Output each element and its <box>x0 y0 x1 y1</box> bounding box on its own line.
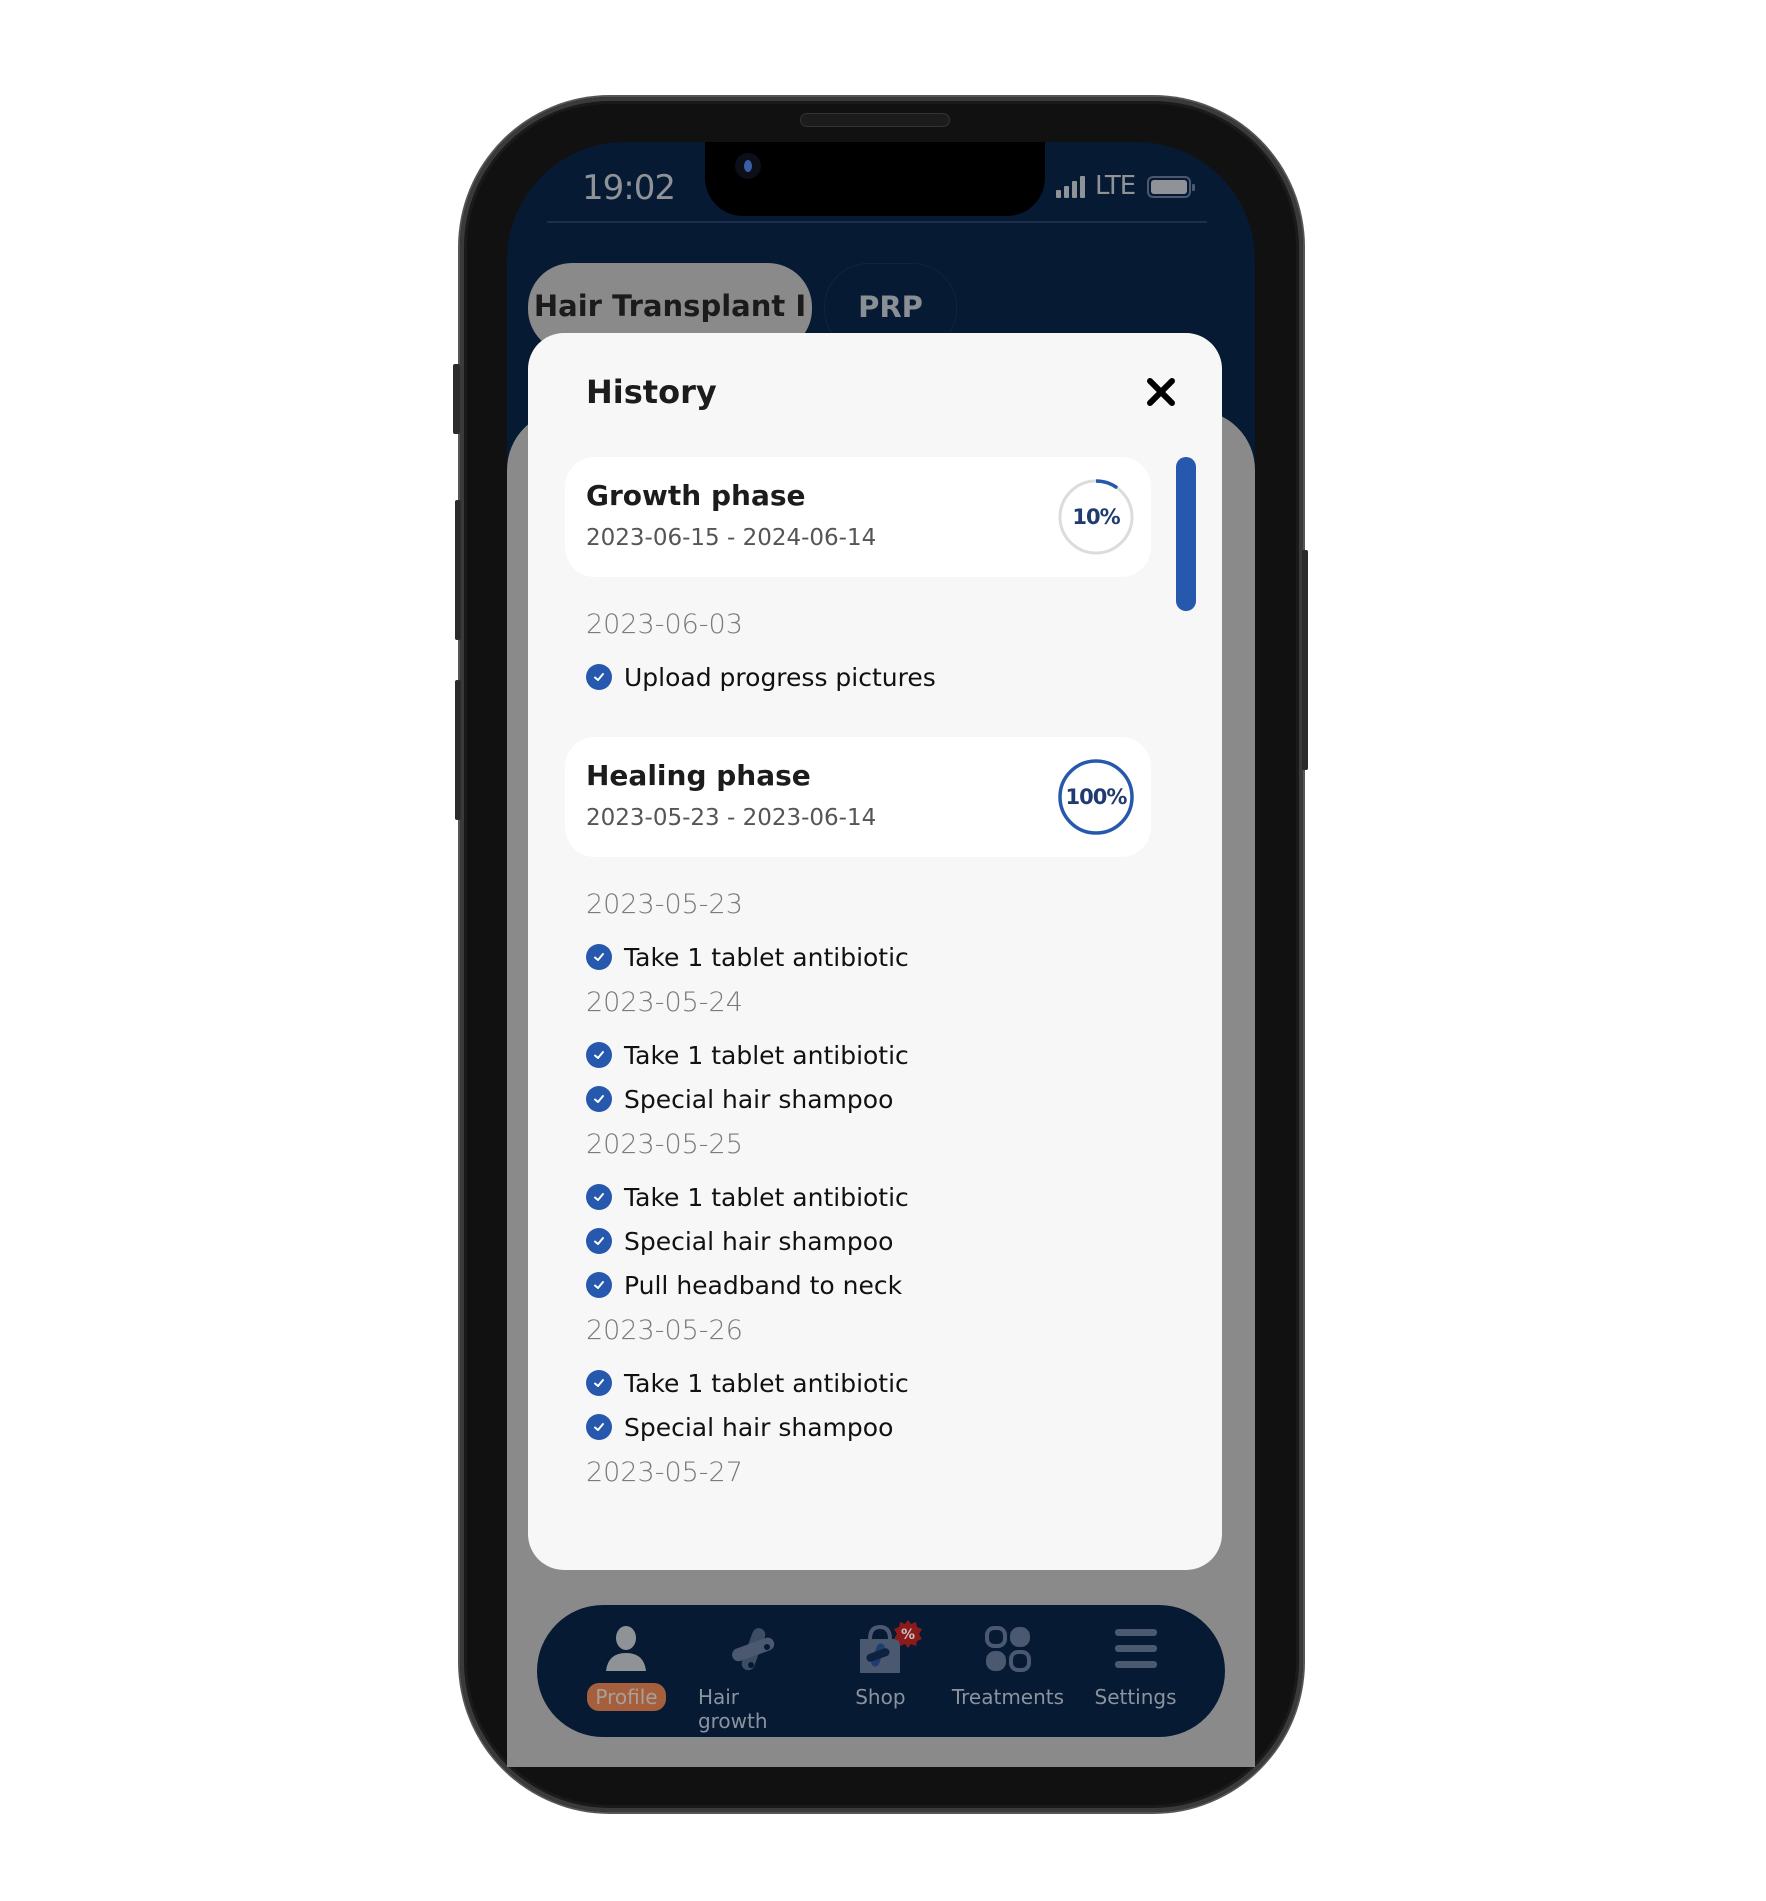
progress-percent: 10% <box>1072 505 1120 529</box>
check-circle-icon <box>586 1228 612 1254</box>
nav-item-hair-growth[interactable]: Hair growth <box>690 1605 817 1737</box>
close-button[interactable] <box>1144 375 1178 409</box>
speaker <box>800 113 950 127</box>
battery-icon <box>1147 176 1196 198</box>
check-circle-icon <box>586 1086 612 1112</box>
discount-badge-icon: % <box>893 1620 922 1648</box>
task-item[interactable]: Special hair shampoo <box>586 1077 1168 1121</box>
nav-label-shop: Shop <box>855 1685 906 1709</box>
history-list: Growth phase 2023-06-15 - 2024-06-14 10% 20… <box>528 457 1168 1497</box>
close-icon <box>1147 378 1175 406</box>
status-indicators: LTE <box>1056 171 1196 201</box>
status-time: 19:02 <box>582 168 676 208</box>
day-date: 2023-05-24 <box>586 987 743 1018</box>
check-circle-icon <box>586 1272 612 1298</box>
phase-name: Healing phase <box>586 759 811 792</box>
check-circle-icon <box>586 1370 612 1396</box>
signal-icon <box>1056 176 1085 198</box>
svg-text:%: % <box>901 1627 915 1643</box>
progress-percent: 100% <box>1065 785 1128 809</box>
task-label: Pull headband to neck <box>624 1270 903 1300</box>
day-date: 2023-05-23 <box>586 889 743 920</box>
task-item[interactable]: Take 1 tablet antibiotic <box>586 935 1168 979</box>
task-label: Take 1 tablet antibiotic <box>624 1182 909 1212</box>
hair-growth-icon <box>732 1628 775 1671</box>
phase-card[interactable]: Growth phase 2023-06-15 - 2024-06-14 10% <box>565 457 1151 577</box>
volume-down-button <box>455 680 461 820</box>
task-label: Take 1 tablet antibiotic <box>624 1368 909 1398</box>
bottom-nav: Profile Hair growth % Shop Treatments Se… <box>537 1605 1225 1737</box>
task-item[interactable]: Take 1 tablet antibiotic <box>586 1033 1168 1077</box>
task-item[interactable]: Special hair shampoo <box>586 1405 1168 1449</box>
grid-icon <box>984 1626 1031 1672</box>
task-label: Special hair shampoo <box>624 1412 894 1442</box>
task-item[interactable]: Special hair shampoo <box>586 1219 1168 1263</box>
volume-up-button <box>455 500 461 640</box>
task-label: Special hair shampoo <box>624 1084 894 1114</box>
task-item[interactable]: Upload progress pictures <box>586 655 1168 699</box>
task-label: Take 1 tablet antibiotic <box>624 942 909 972</box>
phase-name: Growth phase <box>586 479 806 512</box>
history-modal: History Growth phase 2023-06-15 - 2024-06… <box>528 333 1222 1570</box>
phase-date-range: 2023-05-23 - 2023-06-14 <box>586 805 877 831</box>
scrollbar[interactable] <box>1176 457 1196 611</box>
phase-date-range: 2023-06-15 - 2024-06-14 <box>586 525 877 551</box>
check-circle-icon <box>586 944 612 970</box>
nav-item-settings[interactable]: Settings <box>1072 1605 1199 1737</box>
check-circle-icon <box>586 664 612 690</box>
day-date: 2023-05-26 <box>586 1315 743 1346</box>
nav-label-settings: Settings <box>1094 1685 1177 1709</box>
nav-label-treatments: Treatments <box>951 1685 1065 1709</box>
check-circle-icon <box>586 1042 612 1068</box>
task-item[interactable]: Take 1 tablet antibiotic <box>586 1361 1168 1405</box>
day-date: 2023-06-03 <box>586 609 743 640</box>
check-circle-icon <box>586 1414 612 1440</box>
day-date: 2023-05-25 <box>586 1129 743 1160</box>
power-button <box>1302 550 1308 770</box>
nav-label-hair-growth: Hair growth <box>697 1685 768 1733</box>
task-item[interactable]: Take 1 tablet antibiotic <box>586 1175 1168 1219</box>
notch <box>705 142 1045 216</box>
day-date: 2023-05-27 <box>586 1457 743 1488</box>
person-icon <box>606 1626 647 1671</box>
task-label: Upload progress pictures <box>624 662 936 692</box>
mute-switch <box>453 364 460 434</box>
status-divider <box>547 221 1207 223</box>
task-label: Take 1 tablet antibiotic <box>624 1040 909 1070</box>
phase-card[interactable]: Healing phase 2023-05-23 - 2023-06-14 100% <box>565 737 1151 857</box>
nav-item-profile[interactable]: Profile <box>563 1605 690 1737</box>
check-circle-icon <box>586 1184 612 1210</box>
nav-label-profile: Profile <box>587 1683 666 1711</box>
network-type: LTE <box>1095 171 1136 201</box>
nav-item-shop[interactable]: % Shop <box>817 1605 944 1737</box>
task-label: Special hair shampoo <box>624 1226 894 1256</box>
task-item[interactable]: Pull headband to neck <box>586 1263 1168 1307</box>
front-camera <box>735 153 761 179</box>
menu-icon <box>1114 1629 1157 1668</box>
nav-item-treatments[interactable]: Treatments <box>944 1605 1072 1737</box>
modal-title: History <box>586 373 717 411</box>
